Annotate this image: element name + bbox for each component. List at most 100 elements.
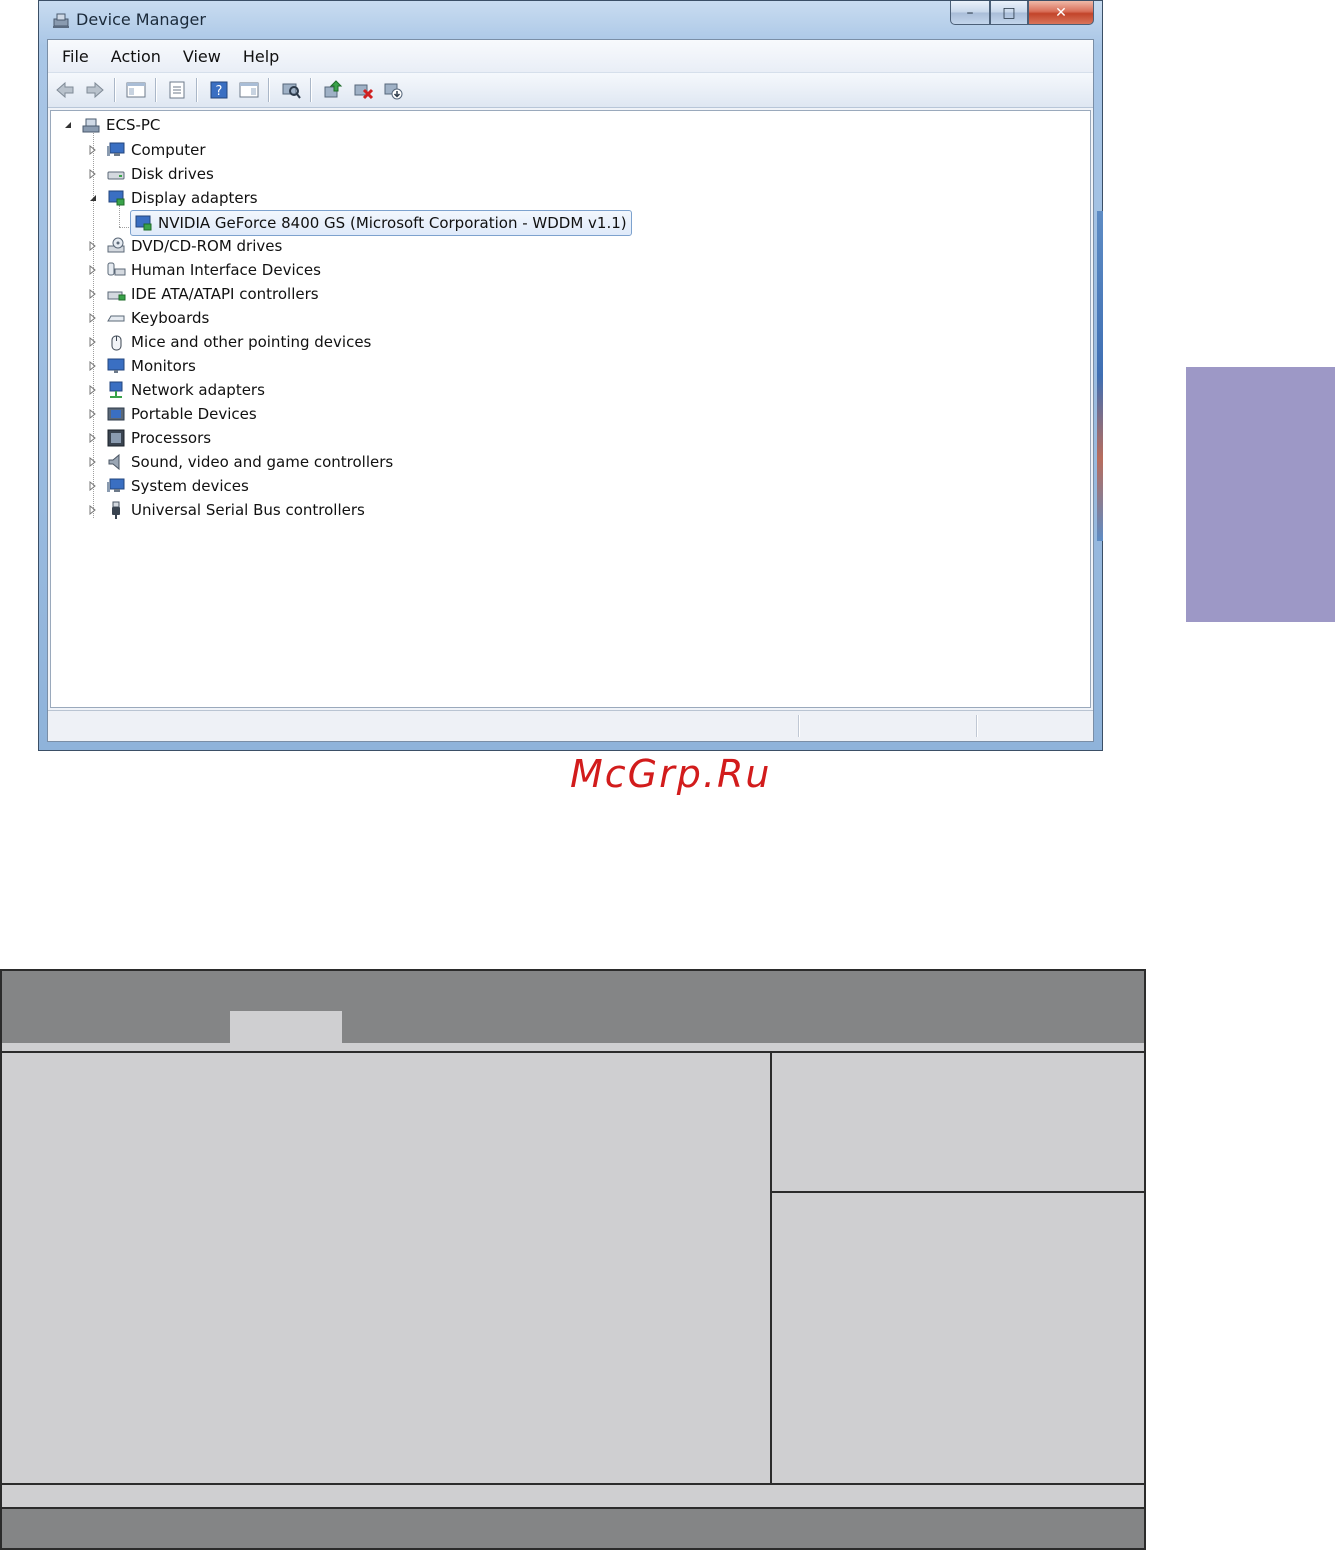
tree-item-label: DVD/CD-ROM drives [131,237,283,255]
side-tab [1186,367,1335,622]
uninstall-icon[interactable] [382,79,404,101]
tree-item-processors[interactable]: Processors [106,427,211,449]
tree-item-computer[interactable]: Computer [106,139,206,161]
tree-item-label: Portable Devices [131,405,257,423]
bios-divider-vertical [770,1053,772,1485]
bios-header [2,971,1144,1045]
tree-item-dvd-cd-rom-drives[interactable]: DVD/CD-ROM drives [106,235,282,257]
svg-text:?: ? [216,84,223,99]
bios-active-tab[interactable] [230,1011,342,1045]
watermark: McGrp.Ru [570,752,772,796]
tree-item-monitors[interactable]: Monitors [106,355,196,377]
expand-arrow-icon[interactable] [88,481,98,491]
expand-arrow-icon[interactable] [88,241,98,251]
tree-item-label: Mice and other pointing devices [131,333,372,351]
tree-item-label: IDE ATA/ATAPI controllers [131,285,319,303]
expand-arrow-icon[interactable] [88,169,98,179]
hid-icon [107,262,126,276]
tree-item-label: Disk drives [131,165,214,183]
minimize-icon: – [966,4,974,21]
help-icon[interactable]: ? [208,79,230,101]
expand-arrow-icon[interactable] [88,337,98,347]
bios-footer [2,1509,1144,1548]
tree-root[interactable]: ECS-PC [81,114,160,136]
tree-item-portable-devices[interactable]: Portable Devices [106,403,257,425]
speaker-icon [108,453,120,471]
maximize-icon: □ [1002,4,1016,21]
device-manager-icon [53,13,69,28]
toolbar: ? [48,72,1093,108]
minimize-button[interactable]: – [950,1,990,25]
disable-device-icon[interactable] [352,79,374,101]
window-title: Device Manager [76,10,206,29]
bios-divider-bottom [2,1483,1144,1485]
tree-item-mice[interactable]: Mice and other pointing devices [106,331,371,353]
forward-icon[interactable] [84,79,106,101]
show-hide-console-tree-icon[interactable] [125,79,147,101]
update-driver-icon[interactable] [322,79,344,101]
tree-item-label: Keyboards [131,309,210,327]
tree-item-display-adapters[interactable]: Display adapters [106,187,258,209]
expand-arrow-icon[interactable] [88,289,98,299]
system-devices-icon [107,478,125,492]
tree-item-network-adapters[interactable]: Network adapters [106,379,265,401]
expand-arrow-icon[interactable] [88,457,98,467]
keyboard-icon [107,315,125,322]
expand-arrow-icon[interactable] [88,313,98,323]
network-adapter-icon [109,381,123,398]
expand-arrow-icon[interactable] [88,385,98,395]
tree-item-disk-drives[interactable]: Disk drives [106,163,214,185]
status-bar [48,710,1093,741]
tree-item-keyboards[interactable]: Keyboards [106,307,209,329]
tree-item-sound-video-game-controllers[interactable]: Sound, video and game controllers [106,451,393,473]
maximize-button[interactable]: □ [990,1,1028,25]
tree-item-label: Monitors [131,357,196,375]
back-icon[interactable] [54,79,76,101]
expand-arrow-icon[interactable] [88,409,98,419]
title-bar[interactable]: Device Manager – □ ✕ [39,1,1102,39]
selected-device-row[interactable]: NVIDIA GeForce 8400 GS (Microsoft Corpor… [130,210,632,236]
menu-file[interactable]: File [62,47,89,66]
device-tree[interactable]: ECS-PC Computer Disk drives Display adap… [50,110,1091,708]
menu-action[interactable]: Action [111,47,161,66]
tree-item-system-devices[interactable]: System devices [106,475,249,497]
scan-hardware-icon[interactable] [280,79,302,101]
tree-item-label: Universal Serial Bus controllers [131,501,365,519]
computer-network-icon [82,118,100,133]
device-manager-window: Device Manager – □ ✕ File Action View He… [38,0,1103,751]
expand-arrow-icon[interactable] [88,433,98,443]
menu-help[interactable]: Help [243,47,279,66]
collapse-arrow-icon[interactable] [63,120,73,130]
tree-item-label: System devices [131,477,249,495]
portable-device-icon [107,407,125,421]
monitor-icon [107,358,125,373]
expand-arrow-icon[interactable] [88,145,98,155]
action-pane-icon[interactable] [238,79,260,101]
tree-item-label: Display adapters [131,189,258,207]
window-edge-accent [1097,211,1103,541]
bios-subheader [2,1043,1144,1053]
disk-drive-icon [107,171,125,180]
computer-icon [107,142,125,156]
mouse-icon [111,335,122,351]
display-adapter-icon [135,215,152,231]
menu-view[interactable]: View [183,47,221,66]
tree-item-usb-controllers[interactable]: Universal Serial Bus controllers [106,499,365,521]
optical-drive-icon [107,237,125,253]
expand-arrow-icon[interactable] [88,361,98,371]
tree-item-label: Human Interface Devices [131,261,321,279]
display-adapter-icon [108,190,125,206]
close-button[interactable]: ✕ [1028,1,1094,25]
menu-bar: File Action View Help [48,40,1093,72]
tree-item-label: Computer [131,141,206,159]
tree-item-human-interface-devices[interactable]: Human Interface Devices [106,259,321,281]
expand-arrow-icon[interactable] [88,265,98,275]
tree-item-ide-ata-atapi-controllers[interactable]: IDE ATA/ATAPI controllers [106,283,319,305]
selected-device-label: NVIDIA GeForce 8400 GS (Microsoft Corpor… [158,214,627,232]
bios-screen-frame [0,969,1146,1550]
close-icon: ✕ [1055,4,1067,21]
properties-icon[interactable] [166,79,188,101]
ide-controller-icon [107,291,126,301]
collapse-arrow-icon[interactable] [88,193,98,203]
expand-arrow-icon[interactable] [88,505,98,515]
